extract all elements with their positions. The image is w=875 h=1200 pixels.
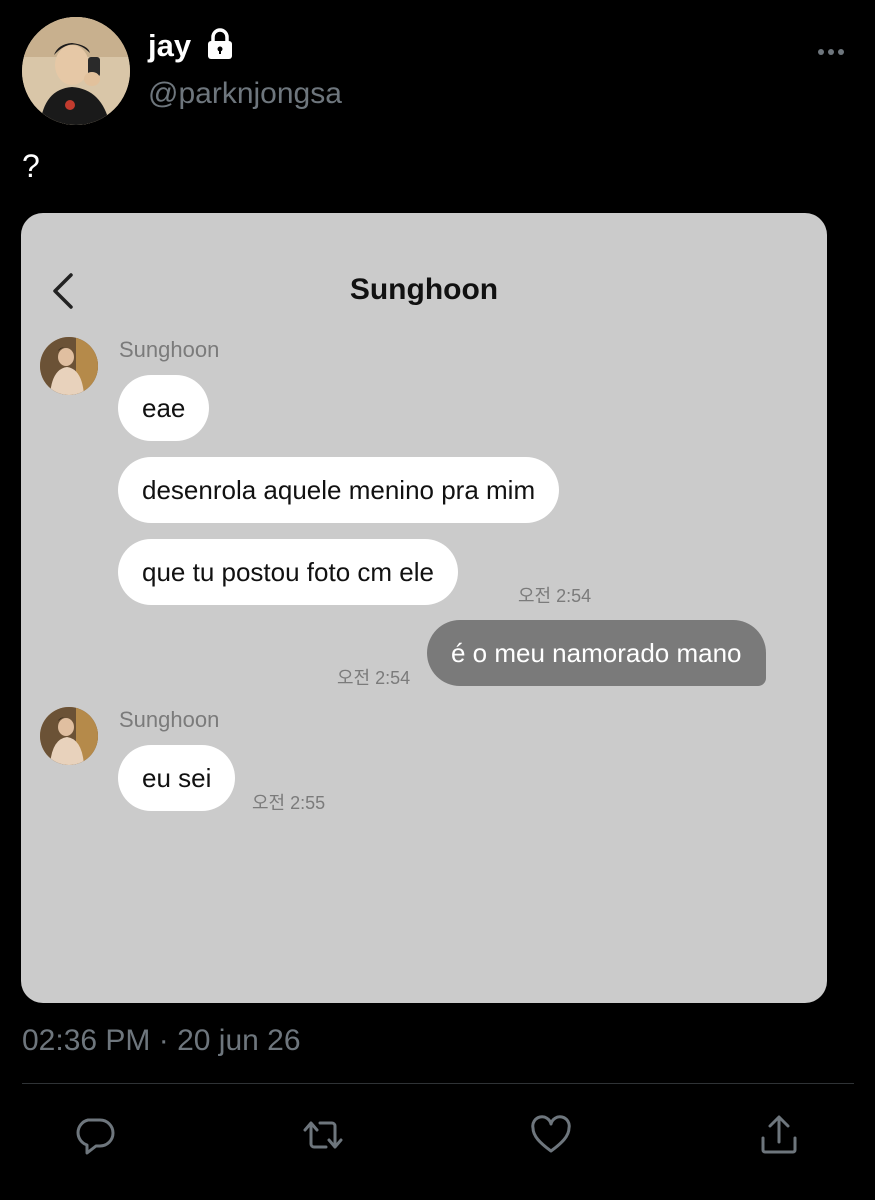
- chat-avatar: [40, 707, 98, 765]
- tweet-timestamp[interactable]: 02:36 PM · 20 jun 26: [22, 1022, 301, 1060]
- tweet-text: ?: [22, 148, 40, 184]
- message-bubble-received[interactable]: eae: [118, 375, 210, 441]
- author-display-name[interactable]: jay: [148, 27, 191, 65]
- message-bubble-received[interactable]: desenrola aquele menino pra mim: [118, 457, 560, 523]
- author-handle[interactable]: @parknjongsa: [148, 76, 342, 112]
- like-icon[interactable]: [530, 1114, 572, 1156]
- message-bubble-sent[interactable]: é o meu namorado mano: [427, 620, 766, 686]
- sender-name: Sunghoon: [119, 337, 220, 362]
- message-bubble-received[interactable]: eu sei: [118, 745, 236, 811]
- lock-icon: [208, 28, 232, 59]
- message-timestamp: 오전 2:55: [252, 793, 326, 813]
- tweet-media-image[interactable]: Sunghoon Sunghoon eae desenrola aquele m…: [21, 213, 827, 1003]
- message-timestamp: 오전 2:54: [337, 668, 411, 688]
- divider: [22, 1083, 854, 1084]
- message-bubble-received[interactable]: que tu postou foto cm ele: [118, 539, 458, 605]
- message-timestamp: 오전 2:54: [518, 586, 592, 606]
- author-avatar-image: [22, 17, 130, 125]
- author-avatar[interactable]: [22, 17, 130, 125]
- share-icon[interactable]: [758, 1114, 800, 1156]
- more-dots-icon[interactable]: [816, 40, 846, 64]
- retweet-icon[interactable]: [302, 1114, 344, 1156]
- reply-icon[interactable]: [74, 1114, 116, 1156]
- sender-name: Sunghoon: [119, 707, 220, 732]
- chat-title: Sunghoon: [349, 273, 499, 306]
- chat-avatar: [40, 337, 98, 395]
